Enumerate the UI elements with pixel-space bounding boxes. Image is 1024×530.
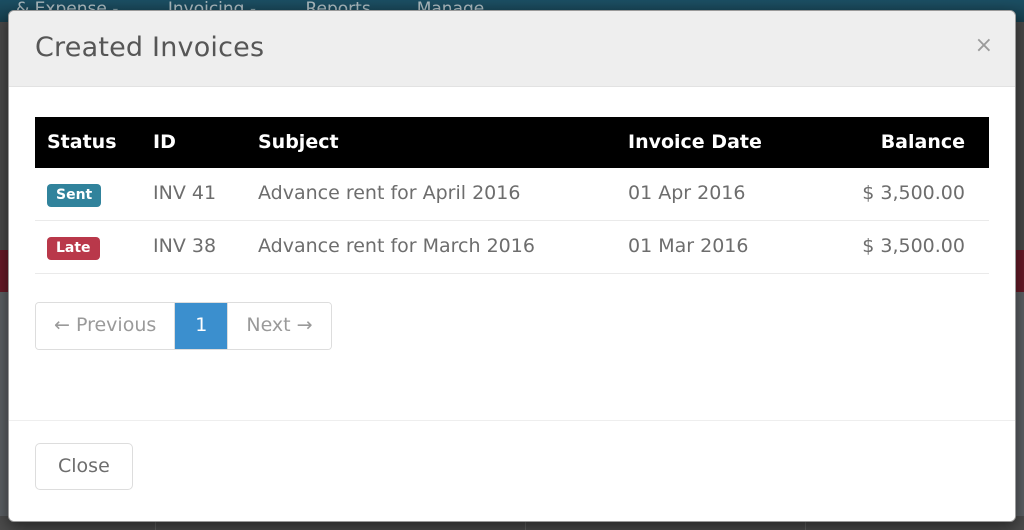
column-header-status: Status bbox=[47, 131, 117, 153]
pagination-previous-button[interactable]: ← Previous bbox=[36, 302, 176, 349]
status-badge: Late bbox=[47, 236, 100, 260]
cell-subject: Advance rent for April 2016 bbox=[250, 167, 620, 221]
cell-id: INV 41 bbox=[145, 167, 250, 221]
column-header-subject: Subject bbox=[258, 131, 339, 153]
table-body: Sent INV 41 Advance rent for April 2016 … bbox=[35, 167, 989, 274]
close-icon[interactable]: × bbox=[975, 35, 993, 57]
cell-invoice-date: 01 Apr 2016 bbox=[620, 167, 845, 221]
cell-status: Late bbox=[35, 220, 145, 274]
cell-balance: $ 3,500.00 bbox=[845, 220, 989, 274]
table-header-row: Status ID Subject Invoice Date Balance bbox=[35, 117, 989, 168]
table-header: Status ID Subject Invoice Date Balance bbox=[35, 117, 989, 168]
modal-header: Created Invoices × bbox=[9, 11, 1015, 87]
cell-balance: $ 3,500.00 bbox=[845, 167, 989, 221]
pagination-page-1[interactable]: 1 bbox=[175, 302, 229, 349]
modal-body: Status ID Subject Invoice Date Balance S… bbox=[9, 87, 1015, 420]
created-invoices-modal: Created Invoices × Status ID Subject Inv… bbox=[8, 10, 1016, 522]
table-row[interactable]: Late INV 38 Advance rent for March 2016 … bbox=[35, 220, 989, 274]
cell-id: INV 38 bbox=[145, 220, 250, 274]
status-badge: Sent bbox=[47, 183, 102, 207]
pagination-next-button[interactable]: Next → bbox=[228, 302, 331, 349]
close-button[interactable]: Close bbox=[35, 443, 133, 490]
pagination: ← Previous 1 Next → bbox=[35, 301, 332, 350]
page-title: Created Invoices bbox=[35, 32, 265, 64]
column-header-invoice-date: Invoice Date bbox=[628, 131, 762, 153]
modal-footer: Close bbox=[9, 420, 1015, 521]
cell-status: Sent bbox=[35, 167, 145, 221]
cell-invoice-date: 01 Mar 2016 bbox=[620, 220, 845, 274]
table-row[interactable]: Sent INV 41 Advance rent for April 2016 … bbox=[35, 167, 989, 221]
column-header-balance: Balance bbox=[880, 131, 965, 153]
cell-subject: Advance rent for March 2016 bbox=[250, 220, 620, 274]
column-header-id: ID bbox=[153, 131, 176, 153]
invoices-table: Status ID Subject Invoice Date Balance S… bbox=[35, 117, 989, 274]
